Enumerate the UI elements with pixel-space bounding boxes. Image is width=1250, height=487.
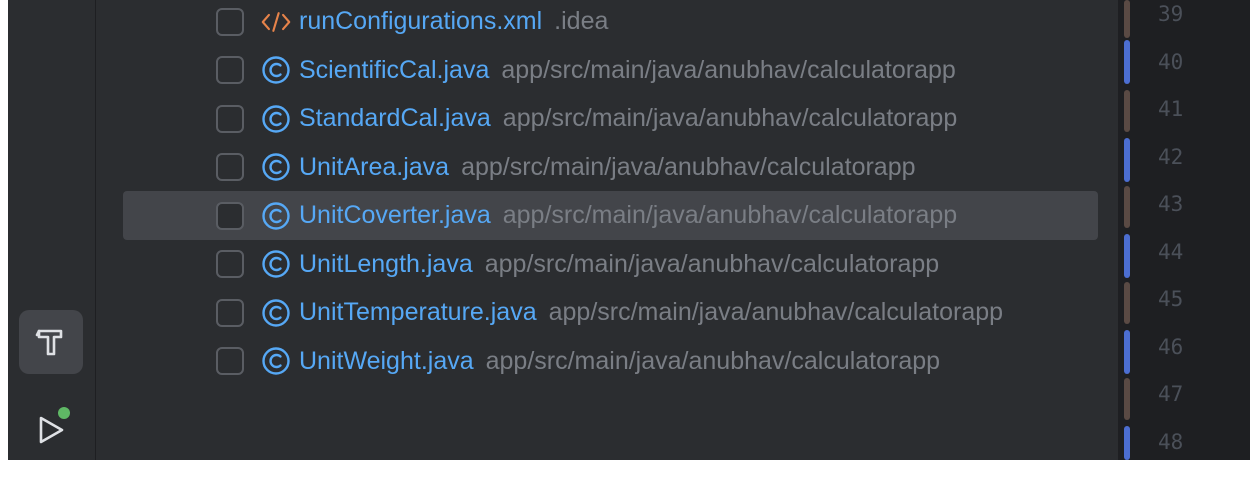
class-icon [261, 104, 291, 134]
file-row[interactable]: ScientificCal.java app/src/main/java/anub… [123, 46, 1098, 95]
line-number: 48 [1158, 429, 1184, 454]
vcs-change-marker[interactable] [1124, 282, 1130, 324]
class-icon [261, 55, 291, 85]
file-name: ScientificCal.java [299, 55, 490, 84]
vcs-change-marker[interactable] [1124, 0, 1130, 38]
line-number: 44 [1158, 239, 1184, 264]
line-number: 39 [1158, 2, 1184, 26]
file-row[interactable]: UnitCoverter.java app/src/main/java/anubh… [123, 191, 1098, 240]
file-name: runConfigurations.xml [299, 7, 543, 35]
line-number: 46 [1158, 334, 1184, 359]
file-path: app/src/main/java/anubhav/calculatorapp [484, 249, 940, 278]
tool-window-strip [8, 0, 96, 460]
vcs-change-marker[interactable] [1124, 186, 1130, 228]
commit-file-list: runConfigurations.xml .idea ScientificCal.… [96, 0, 1118, 460]
file-path: app/src/main/java/anubhav/calculatorapp [501, 55, 956, 84]
file-name: UnitLength.java [299, 249, 473, 278]
vcs-change-marker[interactable] [1124, 40, 1130, 84]
vcs-change-marker[interactable] [1124, 330, 1130, 374]
file-row[interactable]: UnitWeight.java app/src/main/java/anubhav… [123, 337, 1098, 386]
line-number: 47 [1158, 382, 1184, 406]
include-checkbox[interactable] [216, 347, 244, 375]
run-status-dot [58, 407, 70, 419]
include-checkbox[interactable] [216, 298, 244, 327]
file-path: app/src/main/java/anubhav/calculatorapp [485, 346, 941, 375]
editor-gutter: 39 40 41 42 43 44 45 46 47 48 [1118, 0, 1250, 460]
build-button[interactable] [19, 310, 83, 374]
line-number: 40 [1158, 49, 1184, 74]
include-checkbox[interactable] [216, 153, 244, 181]
vcs-change-marker[interactable] [1124, 426, 1130, 460]
file-row[interactable]: UnitArea.java app/src/main/java/anubhav/c… [123, 143, 1098, 192]
include-checkbox[interactable] [216, 56, 244, 84]
ide-window: runConfigurations.xml .idea ScientificCal.… [8, 0, 1250, 460]
xml-icon [261, 7, 291, 37]
vcs-change-marker[interactable] [1124, 90, 1130, 132]
include-checkbox[interactable] [216, 7, 244, 36]
file-path: app/src/main/java/anubhav/calculatorapp [502, 104, 958, 132]
hammer-icon [35, 329, 63, 356]
file-name: StandardCal.java [299, 104, 491, 132]
line-number: 42 [1158, 144, 1184, 169]
class-icon [261, 201, 291, 231]
file-name: UnitCoverter.java [299, 201, 491, 229]
include-checkbox[interactable] [216, 250, 244, 278]
class-icon [261, 249, 291, 279]
file-row[interactable]: UnitLength.java app/src/main/java/anubhav… [123, 240, 1098, 289]
vcs-change-marker[interactable] [1124, 138, 1130, 182]
line-number: 45 [1158, 287, 1184, 311]
line-number: 41 [1158, 97, 1184, 121]
class-icon [261, 298, 291, 328]
class-icon [261, 346, 291, 376]
file-path: app/src/main/java/anubhav/calculatorapp [548, 298, 1004, 326]
run-button[interactable] [19, 398, 83, 460]
file-path: app/src/main/java/anubhav/calculatorapp [461, 152, 916, 181]
include-checkbox[interactable] [216, 104, 244, 133]
vcs-change-marker[interactable] [1124, 378, 1130, 420]
file-path: app/src/main/java/anubhav/calculatorapp [502, 201, 958, 229]
file-row[interactable]: UnitTemperature.java app/src/main/java/an… [123, 288, 1098, 337]
file-name: UnitWeight.java [299, 346, 474, 375]
file-name: UnitTemperature.java [299, 298, 537, 326]
class-icon [261, 152, 291, 182]
file-row[interactable]: StandardCal.java app/src/main/java/anubha… [123, 94, 1098, 143]
vcs-change-marker[interactable] [1124, 234, 1130, 278]
line-number: 43 [1158, 192, 1184, 216]
file-name: UnitArea.java [299, 152, 450, 181]
file-path: .idea [554, 7, 609, 35]
file-row[interactable]: runConfigurations.xml .idea [123, 0, 1098, 46]
include-checkbox[interactable] [216, 201, 244, 230]
